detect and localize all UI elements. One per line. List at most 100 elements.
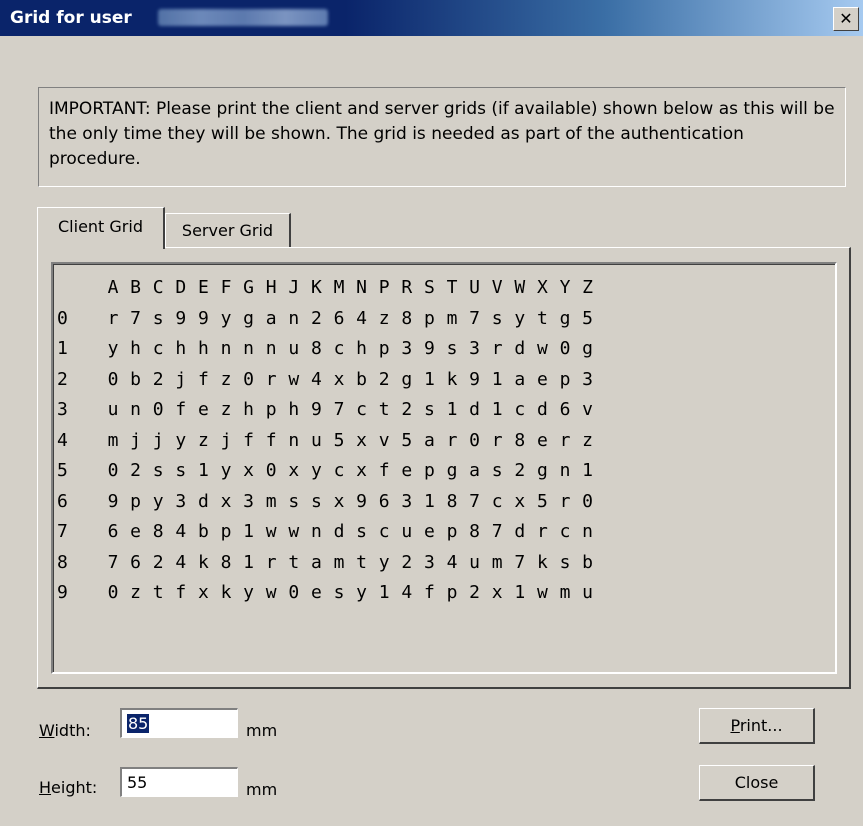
- grid-cell: x: [333, 368, 345, 390]
- grid-cell: k: [446, 368, 458, 390]
- height-value: 55: [127, 773, 148, 792]
- grid-cell: 1: [491, 399, 503, 420]
- grid-cell: u: [582, 582, 594, 603]
- tab-client-grid[interactable]: Client Grid: [37, 207, 165, 249]
- grid-cell: f: [243, 429, 255, 451]
- grid-column-header: M: [333, 277, 345, 298]
- grid-cell: u: [310, 429, 322, 451]
- grid-cell: 3: [175, 490, 187, 512]
- grid-cell: 9: [107, 490, 119, 512]
- grid-cell: 0: [107, 460, 119, 481]
- grid-cell: u: [288, 338, 300, 359]
- grid-cell: a: [514, 368, 526, 390]
- grid-cell: 7: [469, 490, 481, 512]
- grid-cell: x: [220, 490, 232, 512]
- grid-cell: d: [514, 521, 526, 542]
- grid-cell: f: [197, 368, 209, 390]
- grid-cell: 0: [107, 368, 119, 390]
- grid-cell: s: [356, 521, 368, 542]
- grid-cell: 3: [582, 368, 594, 390]
- grid-cell: 0: [559, 338, 571, 359]
- redacted-username: [158, 9, 328, 26]
- grid-cell: 8: [446, 490, 458, 512]
- grid-cell: e: [310, 582, 322, 603]
- width-label: Width:: [39, 721, 91, 740]
- grid-cell: v: [378, 429, 390, 451]
- grid-cell: p: [378, 338, 390, 359]
- grid-column-header: B: [130, 277, 142, 298]
- grid-cell: 9: [175, 307, 187, 329]
- grid-cell: 4: [401, 582, 413, 603]
- grid-cell: 4: [175, 521, 187, 542]
- grid-cell: j: [130, 429, 142, 451]
- grid-cell: x: [356, 460, 368, 481]
- grid-cell: g: [243, 307, 255, 329]
- grid-cell: j: [220, 429, 232, 451]
- grid-display: ABCDEFGHJKMNPRSTUVWXYZ0r7s99ygan264z8pm7…: [51, 262, 837, 674]
- grid-column-header: V: [491, 277, 503, 298]
- grid-cell: 7: [333, 399, 345, 420]
- grid-column-header: S: [423, 277, 435, 298]
- grid-cell: m: [265, 490, 277, 512]
- grid-cell: 6: [559, 399, 571, 420]
- grid-cell: 2: [130, 460, 142, 481]
- grid-cell: 0: [582, 490, 594, 512]
- grid-cell: 8: [401, 307, 413, 329]
- grid-column-header: A: [107, 277, 119, 298]
- grid-cell: p: [559, 368, 571, 390]
- grid-cell: a: [469, 460, 481, 481]
- grid-cell: 9: [310, 399, 322, 420]
- title-bar[interactable]: Grid for user ✕: [0, 0, 863, 36]
- grid-cell: s: [288, 490, 300, 512]
- grid-cell: z: [197, 429, 209, 451]
- grid-cell: k: [197, 551, 209, 573]
- grid-cell: p: [446, 582, 458, 603]
- grid-cell: c: [333, 460, 345, 481]
- window-title: Grid for user: [10, 8, 132, 28]
- grid-cell: s: [152, 307, 164, 329]
- print-button[interactable]: Print...: [699, 708, 815, 744]
- grid-column-header: J: [288, 277, 300, 298]
- grid-cell: 6: [107, 521, 119, 542]
- grid-cell: 2: [310, 307, 322, 329]
- grid-row-label: 9: [57, 582, 68, 603]
- grid-column-header: T: [446, 277, 458, 298]
- grid-cell: c: [152, 338, 164, 359]
- grid-cell: 6: [130, 551, 142, 573]
- grid-cell: t: [288, 551, 300, 573]
- close-button[interactable]: Close: [699, 765, 815, 801]
- grid-cell: n: [220, 338, 232, 359]
- grid-cell: 0: [243, 368, 255, 390]
- grid-cell: d: [514, 338, 526, 359]
- grid-row-label: 0: [57, 307, 68, 329]
- grid-cell: p: [220, 521, 232, 542]
- height-input[interactable]: 55: [120, 767, 238, 797]
- grid-cell: b: [582, 551, 594, 573]
- grid-cell: f: [175, 399, 187, 420]
- grid-cell: n: [288, 429, 300, 451]
- grid-cell: x: [356, 429, 368, 451]
- grid-cell: y: [220, 307, 232, 329]
- grid-cell: f: [175, 582, 187, 603]
- grid-cell: z: [130, 582, 142, 603]
- grid-cell: 6: [333, 307, 345, 329]
- grid-cell: f: [378, 460, 390, 481]
- grid-cell: g: [446, 460, 458, 481]
- grid-cell: 8: [310, 338, 322, 359]
- grid-cell: w: [265, 521, 277, 542]
- grid-cell: d: [469, 399, 481, 420]
- grid-cell: 3: [401, 338, 413, 359]
- width-input[interactable]: 85: [120, 708, 238, 738]
- grid-cell: r: [491, 429, 503, 451]
- grid-cell: e: [536, 368, 548, 390]
- grid-cell: 5: [536, 490, 548, 512]
- grid-cell: z: [220, 399, 232, 420]
- tab-server-grid[interactable]: Server Grid: [165, 213, 291, 247]
- grid-cell: p: [265, 399, 277, 420]
- close-window-button[interactable]: ✕: [833, 7, 859, 31]
- grid-row-label: 3: [57, 399, 68, 420]
- grid-cell: f: [265, 429, 277, 451]
- grid-cell: 1: [378, 582, 390, 603]
- grid-cell: u: [401, 521, 413, 542]
- grid-cell: s: [310, 490, 322, 512]
